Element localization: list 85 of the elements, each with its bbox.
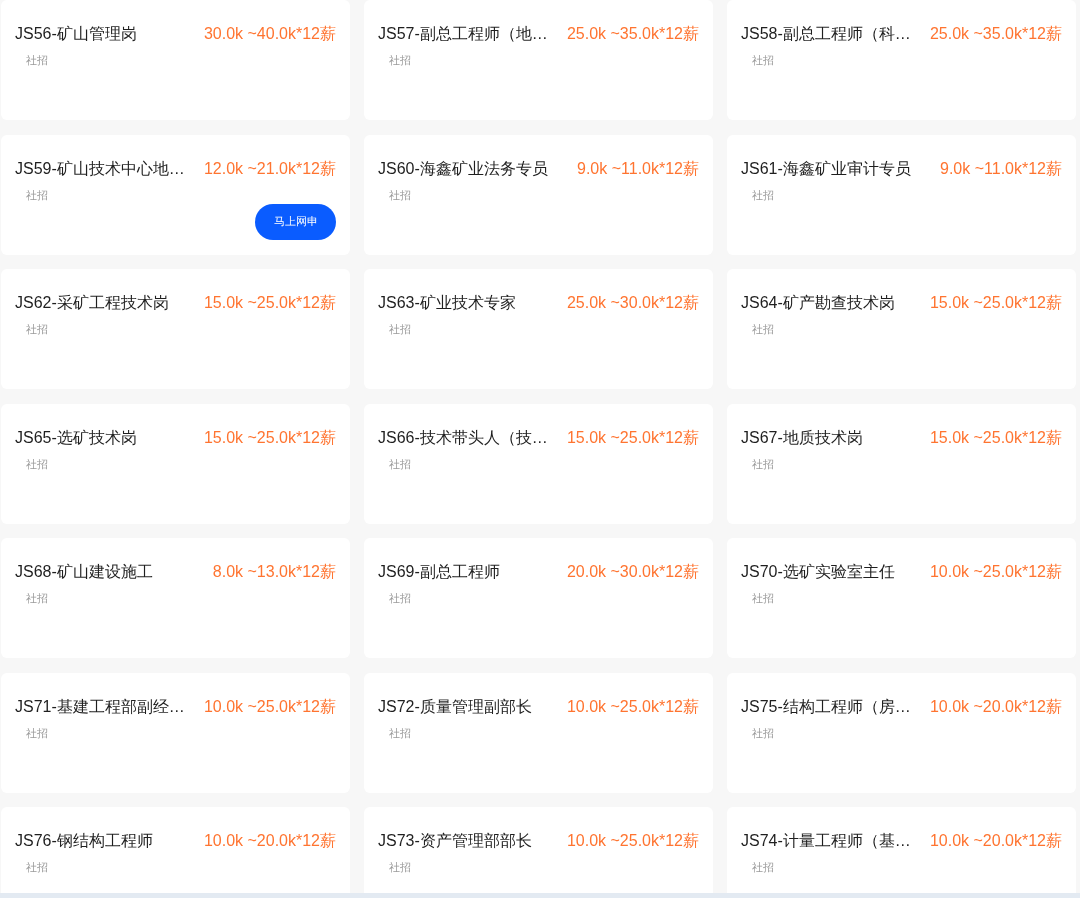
- job-tag: 社招: [389, 590, 411, 606]
- job-title: JS74-计量工程师（基…: [741, 831, 911, 851]
- job-tag: 社招: [752, 52, 774, 68]
- job-tag: 社招: [26, 455, 48, 472]
- salary-range: 25.0k ~30.0k*12薪: [566, 293, 699, 313]
- job-card[interactable]: JS73-资产管理部部长 10.0k ~25.0k*12薪 社招: [364, 807, 713, 893]
- salary-range: 10.0k ~25.0k*12薪: [566, 831, 699, 851]
- job-tag: 社招: [752, 455, 774, 472]
- job-title: JS69-副总工程师: [378, 562, 500, 582]
- job-card[interactable]: JS66-技术带头人（技… 15.0k ~25.0k*12薪 社招: [364, 403, 713, 524]
- job-tag: 社招: [26, 590, 48, 606]
- salary-range: 12.0k ~21.0k*12薪: [203, 158, 336, 179]
- job-title: JS58-副总工程师（科…: [741, 24, 911, 44]
- job-title: JS63-矿业技术专家: [378, 293, 516, 313]
- job-title: JS75-结构工程师（房…: [741, 696, 911, 717]
- salary-range: 8.0k ~13.0k*12薪: [212, 562, 336, 582]
- job-card[interactable]: JS72-质量管理副部长 10.0k ~25.0k*12薪 社招: [364, 672, 713, 793]
- job-tag: 社招: [26, 321, 48, 337]
- job-tag: 社招: [26, 724, 48, 741]
- job-tag: 社招: [26, 186, 48, 203]
- salary-range: 10.0k ~25.0k*12薪: [929, 562, 1062, 582]
- job-card[interactable]: JS70-选矿实验室主任 10.0k ~25.0k*12薪 社招: [727, 538, 1076, 658]
- job-tag: 社招: [389, 186, 411, 203]
- salary-range: 15.0k ~25.0k*12薪: [203, 427, 336, 448]
- job-title: JS76-钢结构工程师: [15, 831, 153, 851]
- job-title: JS73-资产管理部部长: [378, 831, 532, 851]
- job-title: JS60-海鑫矿业法务专员: [378, 158, 548, 179]
- salary-range: 15.0k ~25.0k*12薪: [203, 293, 336, 313]
- job-card[interactable]: JS69-副总工程师 20.0k ~30.0k*12薪 社招: [364, 538, 713, 658]
- salary-range: 10.0k ~25.0k*12薪: [566, 696, 699, 717]
- job-card[interactable]: JS58-副总工程师（科… 25.0k ~35.0k*12薪 社招: [727, 0, 1076, 120]
- job-tag: 社招: [752, 859, 774, 875]
- job-title: JS57-副总工程师（地…: [378, 24, 548, 44]
- job-title: JS71-基建工程部副经…: [15, 696, 185, 717]
- job-card[interactable]: JS62-采矿工程技术岗 15.0k ~25.0k*12薪 社招: [1, 269, 350, 389]
- job-card[interactable]: JS76-钢结构工程师 10.0k ~20.0k*12薪 社招: [1, 807, 350, 893]
- salary-range: 10.0k ~20.0k*12薪: [929, 831, 1062, 851]
- job-title: JS72-质量管理副部长: [378, 696, 532, 717]
- job-title: JS56-矿山管理岗: [15, 24, 137, 44]
- job-card[interactable]: JS71-基建工程部副经… 10.0k ~25.0k*12薪 社招: [1, 672, 350, 793]
- job-title: JS61-海鑫矿业审计专员: [741, 158, 911, 179]
- job-tag: 社招: [752, 321, 774, 337]
- salary-range: 9.0k ~11.0k*12薪: [577, 158, 699, 179]
- job-title: JS67-地质技术岗: [741, 427, 863, 448]
- salary-range: 9.0k ~11.0k*12薪: [940, 158, 1062, 179]
- salary-range: 10.0k ~20.0k*12薪: [929, 696, 1062, 717]
- job-title: JS68-矿山建设施工: [15, 562, 153, 582]
- salary-range: 15.0k ~25.0k*12薪: [929, 427, 1062, 448]
- job-card[interactable]: JS57-副总工程师（地… 25.0k ~35.0k*12薪 社招: [364, 0, 713, 120]
- job-card[interactable]: JS75-结构工程师（房… 10.0k ~20.0k*12薪 社招: [727, 672, 1076, 793]
- salary-range: 15.0k ~25.0k*12薪: [566, 427, 699, 448]
- job-card[interactable]: JS74-计量工程师（基… 10.0k ~20.0k*12薪 社招: [727, 807, 1076, 893]
- apply-button[interactable]: 马上网申: [255, 203, 336, 240]
- job-card[interactable]: JS61-海鑫矿业审计专员 9.0k ~11.0k*12薪 社招: [727, 134, 1076, 255]
- job-card[interactable]: JS60-海鑫矿业法务专员 9.0k ~11.0k*12薪 社招: [364, 134, 713, 255]
- job-tag: 社招: [26, 52, 48, 68]
- job-title: JS66-技术带头人（技…: [378, 427, 548, 448]
- job-tag: 社招: [26, 859, 48, 875]
- job-tag: 社招: [389, 724, 411, 741]
- salary-range: 15.0k ~25.0k*12薪: [929, 293, 1062, 313]
- job-card[interactable]: JS64-矿产勘查技术岗 15.0k ~25.0k*12薪 社招: [727, 269, 1076, 389]
- job-tag: 社招: [389, 321, 411, 337]
- job-tag: 社招: [389, 52, 411, 68]
- job-card[interactable]: JS56-矿山管理岗 30.0k ~40.0k*12薪 社招: [1, 0, 350, 120]
- job-title: JS70-选矿实验室主任: [741, 562, 895, 582]
- job-card[interactable]: JS59-矿山技术中心地… 12.0k ~21.0k*12薪 社招 马上网申: [1, 134, 350, 255]
- job-tag: 社招: [752, 724, 774, 741]
- salary-range: 30.0k ~40.0k*12薪: [203, 24, 336, 44]
- salary-range: 25.0k ~35.0k*12薪: [566, 24, 699, 44]
- job-tag: 社招: [752, 590, 774, 606]
- job-tag: 社招: [389, 859, 411, 875]
- job-title: JS59-矿山技术中心地…: [15, 158, 185, 179]
- salary-range: 10.0k ~25.0k*12薪: [203, 696, 336, 717]
- job-card[interactable]: JS63-矿业技术专家 25.0k ~30.0k*12薪 社招: [364, 269, 713, 389]
- job-card[interactable]: JS67-地质技术岗 15.0k ~25.0k*12薪 社招: [727, 403, 1076, 524]
- job-title: JS65-选矿技术岗: [15, 427, 137, 448]
- salary-range: 25.0k ~35.0k*12薪: [929, 24, 1062, 44]
- job-card[interactable]: JS68-矿山建设施工 8.0k ~13.0k*12薪 社招: [1, 538, 350, 658]
- job-card[interactable]: JS65-选矿技术岗 15.0k ~25.0k*12薪 社招: [1, 403, 350, 524]
- job-tag: 社招: [752, 186, 774, 203]
- salary-range: 10.0k ~20.0k*12薪: [203, 831, 336, 851]
- job-title: JS64-矿产勘查技术岗: [741, 293, 895, 313]
- salary-range: 20.0k ~30.0k*12薪: [566, 562, 699, 582]
- job-title: JS62-采矿工程技术岗: [15, 293, 169, 313]
- job-tag: 社招: [389, 455, 411, 472]
